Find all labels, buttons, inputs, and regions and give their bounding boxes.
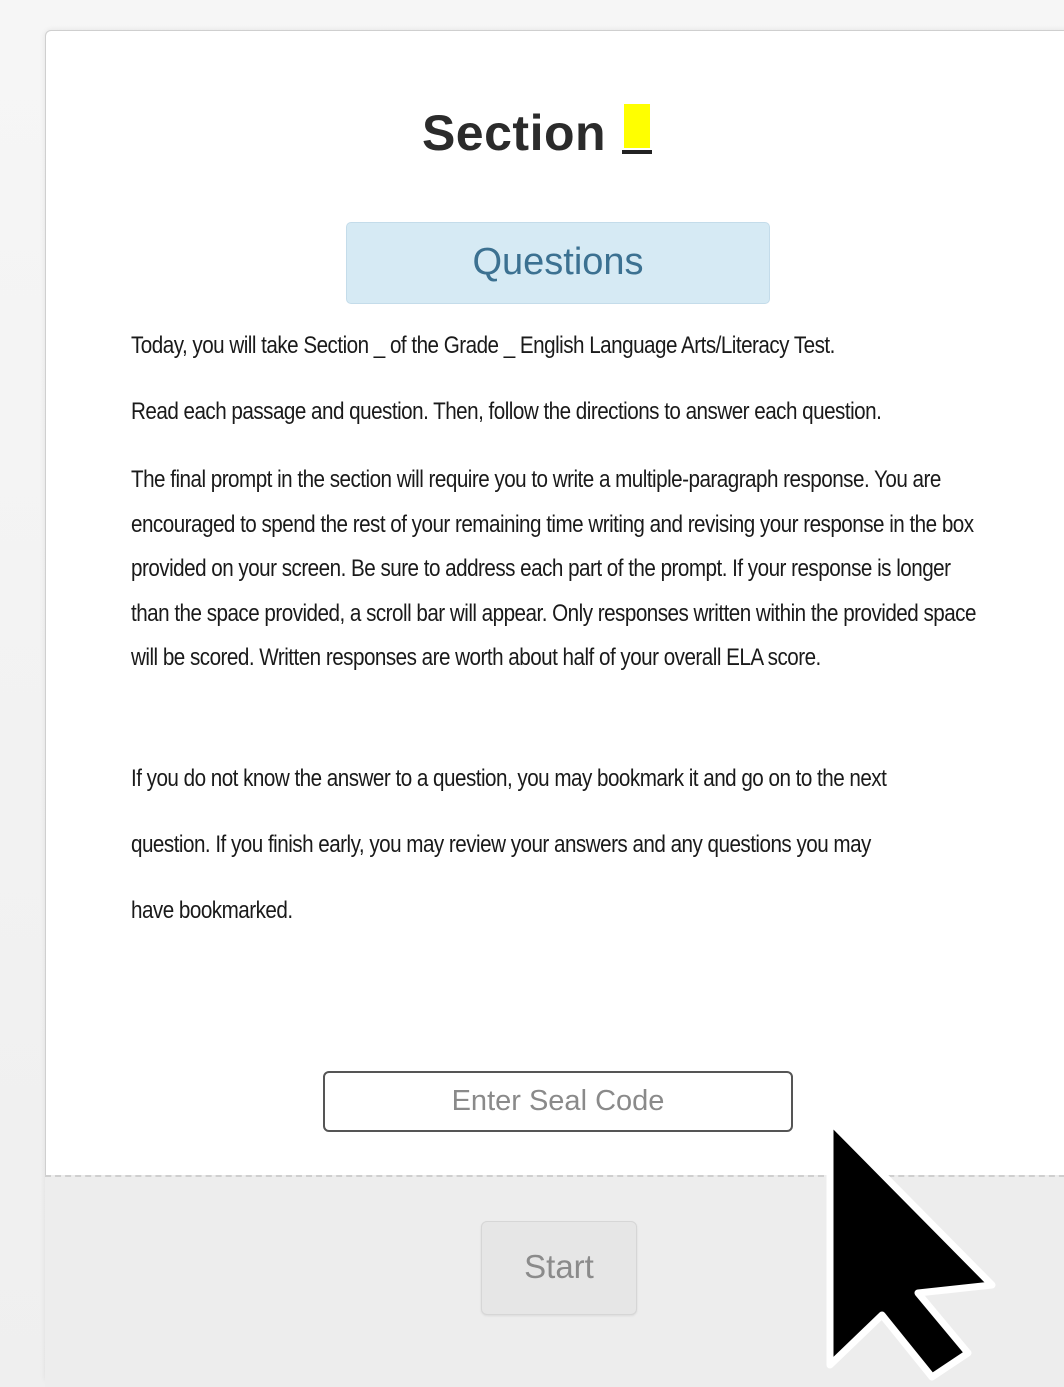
instruction-paragraph: Read each passage and question. Then, fo… xyxy=(131,398,882,425)
instruction-paragraph: If you do not know the answer to a quest… xyxy=(131,765,887,924)
section-number-blank xyxy=(622,104,653,158)
section-title: Section xyxy=(0,104,1064,162)
seal-code-input[interactable] xyxy=(323,1071,793,1132)
start-button[interactable]: Start xyxy=(481,1221,637,1315)
mouse-pointer-icon xyxy=(826,1117,996,1381)
blank-underline xyxy=(622,150,653,154)
instruction-paragraph: The final prompt in the section will req… xyxy=(131,466,976,671)
yellow-highlight xyxy=(624,104,651,148)
questions-header: Questions xyxy=(346,222,770,304)
section-title-text: Section xyxy=(421,105,607,161)
instruction-paragraph: Today, you will take Section _ of the Gr… xyxy=(131,332,835,359)
